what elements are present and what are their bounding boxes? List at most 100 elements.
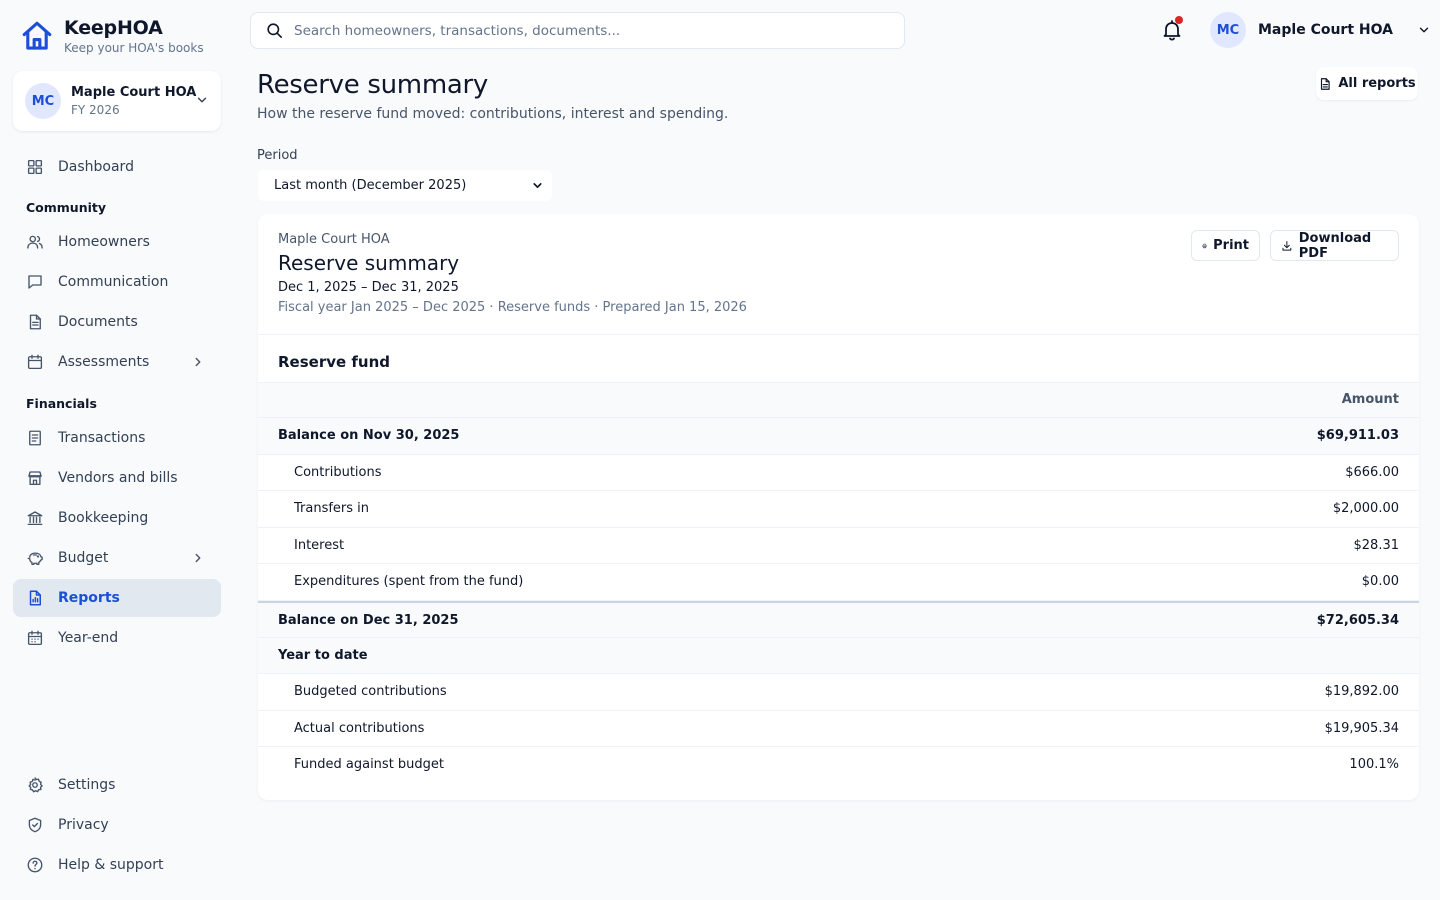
grid-icon	[27, 159, 43, 175]
sidebar-item-label: Assessments	[58, 354, 150, 370]
table-header: Amount	[258, 382, 1419, 418]
chevron-right-icon	[195, 553, 201, 563]
document-icon	[29, 314, 41, 330]
section-title: Reserve fund	[278, 353, 391, 371]
sidebar-item-reports[interactable]: Reports	[13, 579, 221, 617]
nav-section-community: Community	[26, 200, 107, 215]
report-date-range: Dec 1, 2025 – Dec 31, 2025	[278, 280, 459, 295]
sidebar: KeepHOA Keep your HOA's books MC Maple C…	[0, 0, 234, 900]
row-amount: $0.00	[1361, 574, 1399, 590]
user-menu[interactable]: MC Maple Court HOA	[1210, 12, 1431, 48]
sidebar-item-documents[interactable]: Documents	[13, 303, 221, 341]
page-title: Reserve summary	[257, 70, 488, 100]
report-icon	[29, 590, 41, 606]
period-select[interactable]: Last month (December 2025)	[258, 170, 552, 201]
user-name: Maple Court HOA	[1258, 22, 1393, 38]
shield-check-icon	[28, 817, 42, 833]
report-card: Maple Court HOA Reserve summary Dec 1, 2…	[258, 214, 1419, 800]
chevron-right-icon	[195, 357, 201, 367]
download-pdf-button[interactable]: Download PDF	[1270, 230, 1399, 261]
row-label: Budgeted contributions	[294, 684, 447, 700]
sidebar-item-help[interactable]: Help & support	[13, 846, 221, 884]
row-label: Balance on Nov 30, 2025	[278, 428, 460, 443]
download-icon	[1282, 240, 1292, 251]
sidebar-item-label: Budget	[58, 550, 109, 566]
org-fiscal-year: FY 2026	[71, 103, 120, 117]
brand-tagline: Keep your HOA's books	[64, 41, 204, 55]
row-label: Actual contributions	[294, 720, 425, 736]
table-row: Transfers in $2,000.00	[258, 491, 1419, 528]
user-avatar: MC	[1210, 12, 1246, 48]
sidebar-item-settings[interactable]: Settings	[13, 766, 221, 804]
sidebar-item-label: Settings	[58, 777, 116, 793]
calendar-grid-icon	[27, 630, 43, 646]
users-icon	[27, 235, 43, 249]
all-reports-label: All reports	[1338, 76, 1416, 91]
piggy-bank-icon	[27, 552, 43, 566]
sidebar-item-label: Vendors and bills	[58, 470, 178, 486]
report-title: Reserve summary	[278, 251, 460, 275]
brand-name: KeepHOA	[64, 17, 163, 39]
opening-balance-row: Balance on Nov 30, 2025 $69,911.03	[258, 418, 1419, 455]
sidebar-item-label: Transactions	[58, 430, 146, 446]
notification-dot	[1175, 16, 1183, 24]
gear-icon	[28, 777, 43, 793]
amount-column-header: Amount	[1341, 392, 1399, 407]
print-button[interactable]: Print	[1191, 230, 1260, 261]
chat-bubble-icon	[28, 275, 42, 289]
sidebar-item-label: Homeowners	[58, 234, 150, 250]
sidebar-item-privacy[interactable]: Privacy	[13, 806, 221, 844]
sidebar-item-dashboard[interactable]: Dashboard	[13, 148, 221, 186]
download-pdf-label: Download PDF	[1298, 230, 1372, 261]
row-amount: 100.1%	[1349, 757, 1399, 773]
sidebar-item-year-end[interactable]: Year-end	[13, 619, 221, 657]
report-meta: Fiscal year Jan 2025 – Dec 2025 · Reserv…	[278, 300, 747, 315]
table-row: Contributions $666.00	[258, 455, 1419, 492]
sidebar-item-label: Documents	[58, 314, 138, 330]
ytd-section-row: Year to date	[258, 637, 1419, 675]
row-amount: $2,000.00	[1332, 501, 1399, 517]
org-avatar: MC	[25, 83, 61, 119]
sidebar-item-homeowners[interactable]: Homeowners	[13, 223, 221, 261]
row-label: Funded against budget	[294, 757, 445, 773]
row-label: Year to date	[278, 647, 368, 663]
table-row: Funded against budget 100.1%	[258, 747, 1419, 784]
sidebar-item-transactions[interactable]: Transactions	[13, 419, 221, 457]
row-label: Balance on Dec 31, 2025	[278, 612, 459, 628]
sidebar-item-budget[interactable]: Budget	[13, 539, 221, 577]
sidebar-item-bookkeeping[interactable]: Bookkeeping	[13, 499, 221, 537]
row-amount: $69,911.03	[1316, 428, 1399, 443]
sidebar-item-label: Dashboard	[58, 159, 134, 175]
all-reports-button[interactable]: All reports	[1316, 67, 1418, 100]
table-row: Budgeted contributions $19,892.00	[258, 674, 1419, 711]
org-name: Maple Court HOA	[71, 85, 197, 100]
org-switcher[interactable]: MC Maple Court HOA FY 2026	[13, 71, 221, 131]
section-divider	[258, 334, 1419, 335]
bank-icon	[27, 511, 43, 526]
search-bar[interactable]	[250, 12, 905, 49]
row-amount: $19,905.34	[1324, 720, 1399, 736]
sidebar-item-communication[interactable]: Communication	[13, 263, 221, 301]
closing-balance-row: Balance on Dec 31, 2025 $72,605.34	[258, 600, 1419, 638]
house-logo-icon	[22, 21, 52, 50]
period-label: Period	[257, 148, 298, 163]
page-subtitle: How the reserve fund moved: contribution…	[257, 106, 729, 122]
sidebar-item-vendors[interactable]: Vendors and bills	[13, 459, 221, 497]
sidebar-item-label: Privacy	[58, 817, 109, 833]
table-row: Interest $28.31	[258, 528, 1419, 565]
search-icon	[267, 23, 283, 39]
period-value: Last month (December 2025)	[274, 178, 467, 193]
table-row: Actual contributions $19,905.34	[258, 711, 1419, 748]
search-input[interactable]	[294, 22, 874, 39]
printer-icon	[1202, 243, 1207, 248]
help-circle-icon	[27, 857, 43, 873]
row-label: Expenditures (spent from the fund)	[294, 574, 524, 590]
print-label: Print	[1213, 238, 1249, 253]
brand[interactable]: KeepHOA Keep your HOA's books	[20, 16, 204, 56]
sidebar-item-label: Bookkeeping	[58, 510, 149, 526]
row-label: Transfers in	[294, 501, 370, 517]
sidebar-item-assessments[interactable]: Assessments	[13, 343, 221, 381]
sidebar-item-label: Communication	[58, 274, 169, 290]
chevron-down-icon	[533, 183, 542, 188]
calendar-icon	[27, 354, 43, 370]
